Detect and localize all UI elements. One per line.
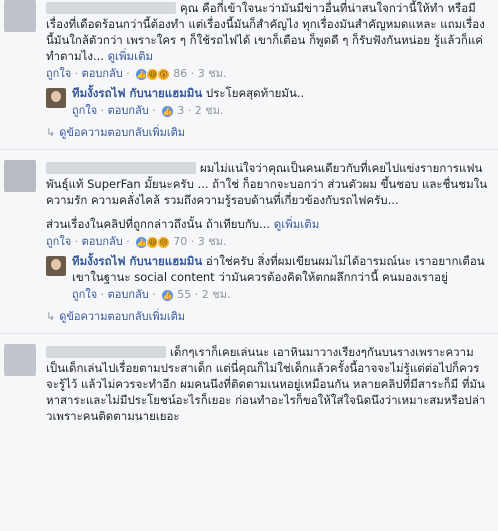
avatar[interactable]	[4, 344, 36, 376]
commenter-name[interactable]	[46, 346, 166, 358]
avatar[interactable]	[46, 256, 66, 276]
comment-body: ผมไม่แน่ใจว่าคุณเป็นคนเดียวกับที่เคยไปแข…	[46, 160, 490, 208]
reactions-summary[interactable]: 👍 😆 😢 70	[135, 233, 187, 251]
comment-body-continued: ส่วนเรื่องในคลิปที่ถูกกล่าวถึงนั้น ถ้าเท…	[46, 216, 490, 232]
reply-body: ทีมงั้งรถไฟ กับนายแฮมมิน ประโยคสุดท้ายมั…	[72, 85, 490, 101]
reactions-summary[interactable]: 👍 😆 😮 86	[135, 65, 187, 83]
comment-actions: ถูกใจ · ตอบกลับ · 👍 😆 😢 70 · 3 ชม.	[46, 233, 490, 251]
see-more-link[interactable]: ดูเพิ่มเติม	[108, 49, 154, 63]
avatar[interactable]	[46, 88, 66, 108]
more-replies-label: ดูข้อความตอบกลับเพิ่มเติม	[59, 310, 185, 323]
reply-author-name[interactable]: ทีมงั้งรถไฟ กับนายแฮมมิน	[72, 254, 202, 268]
like-link[interactable]: ถูกใจ	[46, 235, 71, 248]
reply-actions: ถูกใจ · ตอบกลับ · 👍 55 · 2 ชม.	[72, 286, 490, 304]
avatar[interactable]	[4, 160, 36, 192]
comment-text-2: ส่วนเรื่องในคลิปที่ถูกกล่าวถึงนั้น ถ้าเท…	[46, 217, 271, 231]
like-reaction-icon: 👍	[161, 104, 175, 118]
comments-section: คุณ คือกี่เข้าใจนะว่ามันมีข่าวอื่นที่น่า…	[0, 0, 498, 531]
commenter-name[interactable]	[46, 2, 176, 14]
reply-link[interactable]: ตอบกลับ	[82, 235, 123, 248]
like-link[interactable]: ถูกใจ	[72, 288, 97, 301]
sad-reaction-icon: 😢	[157, 235, 171, 249]
comment-2: ผมไม่แน่ใจว่าคุณเป็นคนเดียวกับที่เคยไปแข…	[0, 150, 498, 325]
reactions-summary[interactable]: 👍 3	[161, 102, 184, 120]
reply-author-name[interactable]: ทีมงั้งรถไฟ กับนายแฮมมิน	[72, 86, 202, 100]
reaction-count: 86	[173, 67, 188, 80]
reply-link[interactable]: ตอบกลับ	[108, 104, 149, 117]
comment-actions: ถูกใจ · ตอบกลับ · 👍 😆 😮 86 · 3 ชม.	[46, 65, 490, 83]
like-link[interactable]: ถูกใจ	[46, 67, 71, 80]
reply-arrow-icon: ↳	[46, 126, 56, 139]
reply-time[interactable]: 2 ชม.	[202, 288, 231, 301]
reply-1: ทีมงั้งรถไฟ กับนายแฮมมิน อ่าใช่ครับ สิ่ง…	[46, 253, 490, 304]
reply-text: ประโยคสุดท้ายมัน..	[205, 86, 305, 100]
like-link[interactable]: ถูกใจ	[72, 104, 97, 117]
more-replies-label: ดูข้อความตอบกลับเพิ่มเติม	[59, 126, 185, 139]
reply-link[interactable]: ตอบกลับ	[82, 67, 123, 80]
commenter-name[interactable]	[46, 162, 196, 174]
reply-actions: ถูกใจ · ตอบกลับ · 👍 3 · 2 ชม.	[72, 102, 490, 120]
reply-body: ทีมงั้งรถไฟ กับนายแฮมมิน อ่าใช่ครับ สิ่ง…	[72, 253, 490, 285]
comment-3: เด็กๆเราก็เคยเล่นนะ เอาหินมาวางเรียงๆกัน…	[0, 334, 498, 424]
reply-time[interactable]: 2 ชม.	[195, 104, 224, 117]
reply-1: ทีมงั้งรถไฟ กับนายแฮมมิน ประโยคสุดท้ายมั…	[46, 85, 490, 120]
reactions-summary[interactable]: 👍 55	[161, 286, 191, 304]
more-replies-link[interactable]: ↳ ดูข้อความตอบกลับเพิ่มเติม	[46, 309, 490, 325]
reply-arrow-icon: ↳	[46, 310, 56, 323]
comment-body: เด็กๆเราก็เคยเล่นนะ เอาหินมาวางเรียงๆกัน…	[46, 344, 490, 424]
comment-1: คุณ คือกี่เข้าใจนะว่ามันมีข่าวอื่นที่น่า…	[0, 0, 498, 141]
comment-time[interactable]: 3 ชม.	[198, 67, 227, 80]
comment-time[interactable]: 3 ชม.	[198, 235, 227, 248]
wow-reaction-icon: 😮	[157, 67, 171, 81]
avatar[interactable]	[4, 0, 36, 32]
reaction-count: 55	[177, 288, 192, 301]
like-reaction-icon: 👍	[161, 288, 175, 302]
see-more-link[interactable]: ดูเพิ่มเติม	[274, 217, 320, 231]
comment-body: คุณ คือกี่เข้าใจนะว่ามันมีข่าวอื่นที่น่า…	[46, 0, 490, 64]
reaction-count: 70	[173, 235, 188, 248]
reply-link[interactable]: ตอบกลับ	[108, 288, 149, 301]
more-replies-link[interactable]: ↳ ดูข้อความตอบกลับเพิ่มเติม	[46, 125, 490, 141]
reaction-count: 3	[177, 104, 185, 117]
